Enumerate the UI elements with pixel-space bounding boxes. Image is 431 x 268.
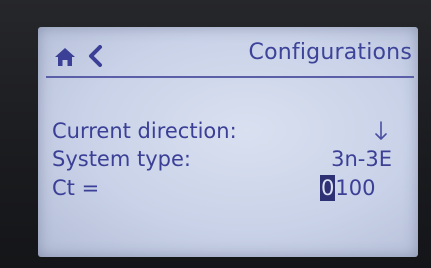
arrow-down-icon: [375, 121, 387, 140]
header-divider: [46, 76, 414, 78]
home-icon[interactable]: [54, 47, 76, 67]
current-direction-label: Current direction:: [52, 119, 237, 143]
field-system-type[interactable]: System type: 3n-3E: [52, 145, 392, 173]
system-type-label: System type:: [52, 147, 191, 171]
lcd-screen: Configurations Current direction: System…: [38, 27, 418, 257]
page-title: Configurations: [248, 40, 412, 65]
field-ct[interactable]: Ct = 0 100: [52, 174, 392, 202]
system-type-value: 3n-3E: [331, 147, 392, 171]
ct-label: Ct =: [52, 176, 100, 200]
ct-value-editor[interactable]: 0 100: [320, 174, 375, 202]
chevron-left-icon[interactable]: [86, 45, 104, 67]
ct-value-digits: 100: [335, 176, 376, 200]
screen-header: Configurations: [38, 27, 418, 79]
field-current-direction[interactable]: Current direction:: [52, 117, 392, 145]
ct-cursor-digit[interactable]: 0: [320, 175, 336, 201]
